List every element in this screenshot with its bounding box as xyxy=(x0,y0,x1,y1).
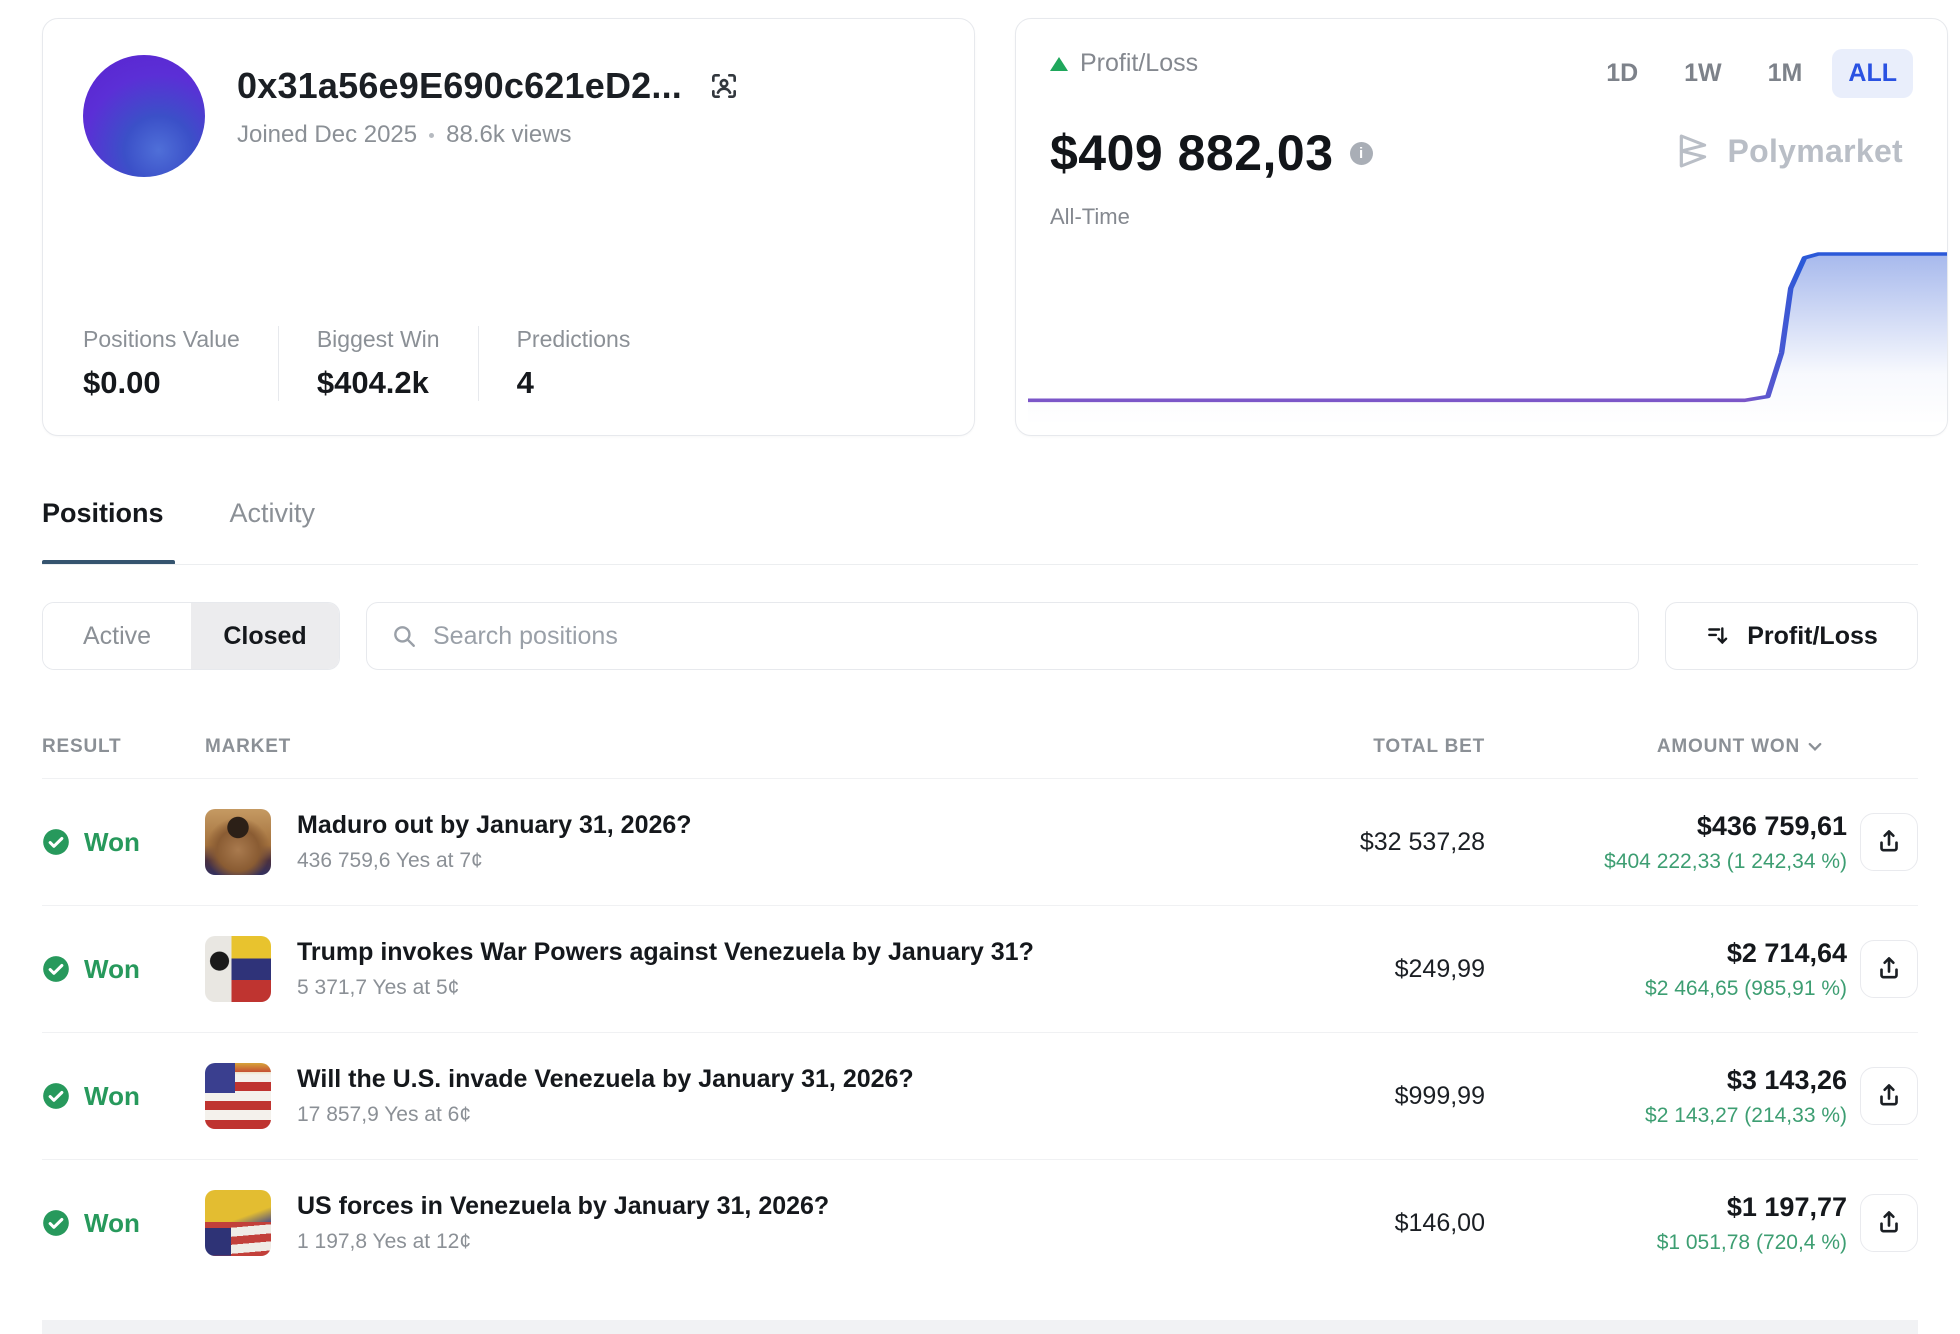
share-icon xyxy=(1874,827,1904,857)
share-button[interactable] xyxy=(1860,940,1918,998)
market-subtitle: 17 857,9 Yes at 6¢ xyxy=(297,1103,914,1127)
stat-value-biggest-win: $404.2k xyxy=(317,365,440,401)
profit-value: $404 222,33 (1 242,34 %) xyxy=(1604,850,1847,874)
range-1m[interactable]: 1M xyxy=(1752,49,1819,98)
profile-address: 0x31a56e9E690c621eD2... xyxy=(237,65,682,107)
market-title[interactable]: Maduro out by January 31, 2026? xyxy=(297,811,692,840)
market-subtitle: 1 197,8 Yes at 12¢ xyxy=(297,1230,829,1254)
profit-value: $2 143,27 (214,33 %) xyxy=(1645,1104,1847,1128)
segment-closed[interactable]: Closed xyxy=(191,603,339,669)
pnl-chart xyxy=(1028,235,1947,425)
stat-label-predictions: Predictions xyxy=(517,326,631,353)
stat-label-positions-value: Positions Value xyxy=(83,326,240,353)
stat-value-predictions: 4 xyxy=(517,365,631,401)
market-image xyxy=(205,936,271,1002)
won-check-icon xyxy=(42,828,70,856)
next-row-edge xyxy=(42,1320,1918,1334)
profile-stats: Positions Value $0.00 Biggest Win $404.2… xyxy=(83,326,934,401)
range-all[interactable]: ALL xyxy=(1832,49,1913,98)
header-market: MARKET xyxy=(205,736,291,758)
header-total-bet: TOTAL BET xyxy=(1373,736,1485,758)
trend-up-icon xyxy=(1050,57,1068,71)
market-image xyxy=(205,1063,271,1129)
result-label: Won xyxy=(84,827,140,858)
avatar xyxy=(83,55,205,177)
amount-won-value: $1 197,77 xyxy=(1727,1192,1847,1223)
info-icon[interactable]: i xyxy=(1350,142,1373,165)
profit-value: $2 464,65 (985,91 %) xyxy=(1645,977,1847,1001)
polymarket-logo-icon xyxy=(1673,131,1713,171)
amount-won-value: $2 714,64 xyxy=(1727,938,1847,969)
positions-table: RESULT MARKET TOTAL BET AMOUNT WON Won xyxy=(42,718,1918,1286)
tabs: Positions Activity xyxy=(42,498,1918,555)
range-selector: 1D 1W 1M ALL xyxy=(1590,49,1913,98)
range-1d[interactable]: 1D xyxy=(1590,49,1654,98)
total-bet-value: $146,00 xyxy=(1395,1160,1485,1286)
result-label: Won xyxy=(84,954,140,985)
range-1w[interactable]: 1W xyxy=(1668,49,1738,98)
sort-button[interactable]: Profit/Loss xyxy=(1665,602,1918,670)
share-button[interactable] xyxy=(1860,1067,1918,1125)
result-label: Won xyxy=(84,1081,140,1112)
position-row[interactable]: Won Trump invokes War Powers against Ven… xyxy=(42,905,1918,1032)
market-subtitle: 5 371,7 Yes at 5¢ xyxy=(297,976,1034,1000)
market-title[interactable]: Trump invokes War Powers against Venezue… xyxy=(297,938,1034,967)
result-label: Won xyxy=(84,1208,140,1239)
chevron-down-icon xyxy=(1808,742,1822,752)
won-check-icon xyxy=(42,1209,70,1237)
pnl-card: Profit/Loss 1D 1W 1M ALL $409 882,03 i A… xyxy=(1015,18,1948,436)
search-box[interactable] xyxy=(366,602,1639,670)
position-row[interactable]: Won US forces in Venezuela by January 31… xyxy=(42,1159,1918,1286)
polymarket-wordmark: Polymarket xyxy=(1727,133,1903,170)
market-image xyxy=(205,809,271,875)
market-subtitle: 436 759,6 Yes at 7¢ xyxy=(297,849,692,873)
amount-won-value: $436 759,61 xyxy=(1697,811,1847,842)
header-amount-won-label: AMOUNT WON xyxy=(1657,736,1800,758)
segment-active[interactable]: Active xyxy=(43,603,191,669)
stat-label-biggest-win: Biggest Win xyxy=(317,326,440,353)
market-title[interactable]: Will the U.S. invade Venezuela by Januar… xyxy=(297,1065,914,1094)
share-icon xyxy=(1874,1081,1904,1111)
total-bet-value: $32 537,28 xyxy=(1360,779,1485,905)
stat-value-positions-value: $0.00 xyxy=(83,365,240,401)
tab-positions[interactable]: Positions xyxy=(42,498,164,555)
filter-row: Active Closed Profit/Loss xyxy=(42,602,1918,670)
share-button[interactable] xyxy=(1860,1194,1918,1252)
pnl-period: All-Time xyxy=(1050,204,1913,230)
profit-value: $1 051,78 (720,4 %) xyxy=(1657,1231,1847,1255)
amount-won-value: $3 143,26 xyxy=(1727,1065,1847,1096)
pnl-value: $409 882,03 xyxy=(1050,124,1334,182)
total-bet-value: $999,99 xyxy=(1395,1033,1485,1159)
won-check-icon xyxy=(42,1082,70,1110)
share-icon xyxy=(1874,1208,1904,1238)
header-result: RESULT xyxy=(42,736,121,758)
table-header: RESULT MARKET TOTAL BET AMOUNT WON xyxy=(42,718,1918,778)
market-image xyxy=(205,1190,271,1256)
share-icon xyxy=(1874,954,1904,984)
position-row[interactable]: Won Will the U.S. invade Venezuela by Ja… xyxy=(42,1032,1918,1159)
sort-button-label: Profit/Loss xyxy=(1747,622,1878,651)
total-bet-value: $249,99 xyxy=(1395,906,1485,1032)
market-title[interactable]: US forces in Venezuela by January 31, 20… xyxy=(297,1192,829,1221)
pnl-label: Profit/Loss xyxy=(1080,49,1198,78)
position-row[interactable]: Won Maduro out by January 31, 2026? 436 … xyxy=(42,778,1918,905)
sort-icon xyxy=(1705,623,1731,649)
tab-activity[interactable]: Activity xyxy=(230,498,316,555)
views-count: 88.6k views xyxy=(446,121,571,149)
profile-card: 0x31a56e9E690c621eD2... Joined Dec 2025 … xyxy=(42,18,975,436)
dot-separator xyxy=(429,133,434,138)
search-input[interactable] xyxy=(433,622,1614,651)
pnl-chart-area xyxy=(1028,235,1947,425)
polymarket-profile-page: 0x31a56e9E690c621eD2... Joined Dec 2025 … xyxy=(0,0,1960,1334)
tabs-divider xyxy=(42,564,1918,565)
share-button[interactable] xyxy=(1860,813,1918,871)
won-check-icon xyxy=(42,955,70,983)
header-amount-won[interactable]: AMOUNT WON xyxy=(1657,736,1822,758)
polymarket-watermark: Polymarket xyxy=(1673,131,1903,171)
search-icon xyxy=(391,623,417,649)
status-segmented-control: Active Closed xyxy=(42,602,340,670)
joined-date: Joined Dec 2025 xyxy=(237,121,417,149)
user-scan-icon[interactable] xyxy=(708,70,740,102)
